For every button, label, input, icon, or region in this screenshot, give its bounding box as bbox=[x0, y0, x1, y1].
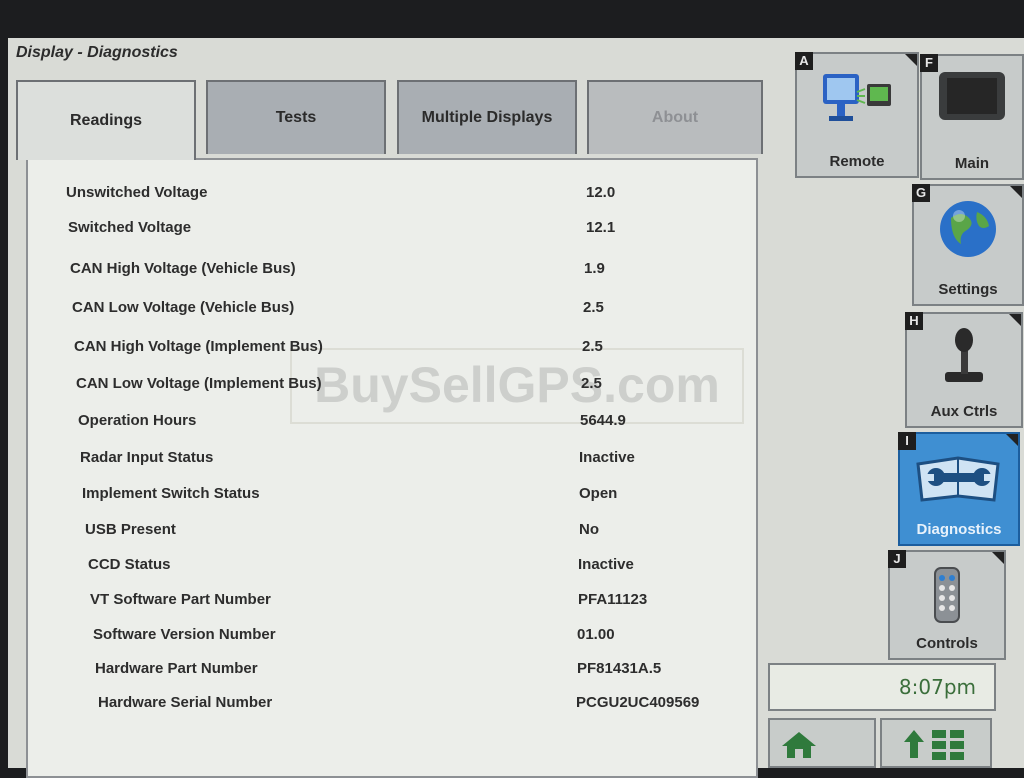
softkey-controls[interactable]: J Controls bbox=[888, 550, 1006, 660]
table-row: CCD Status Inactive bbox=[28, 550, 756, 580]
reading-value: PF81431A.5 bbox=[577, 660, 662, 677]
reading-value: 2.5 bbox=[582, 338, 603, 355]
reading-label: Operation Hours bbox=[78, 412, 197, 429]
softkey-label: Diagnostics bbox=[916, 521, 1002, 538]
table-row: Hardware Part Number PF81431A.5 bbox=[28, 654, 756, 684]
softkey-label: Aux Ctrls bbox=[930, 403, 998, 420]
globe-icon bbox=[940, 201, 996, 257]
reading-label: CAN High Voltage (Implement Bus) bbox=[74, 338, 323, 355]
table-row: CAN High Voltage (Implement Bus) 2.5 bbox=[28, 332, 756, 362]
table-row: CAN Low Voltage (Implement Bus) 2.5 bbox=[28, 369, 756, 399]
tab-multiple-displays[interactable]: Multiple Displays bbox=[397, 80, 577, 154]
reading-label: USB Present bbox=[85, 521, 176, 538]
table-row: Radar Input Status Inactive bbox=[28, 443, 756, 473]
reading-value: PCGU2UC409569 bbox=[576, 694, 700, 711]
softkey-aux-ctrls[interactable]: H Aux Ctrls bbox=[905, 312, 1023, 428]
softkey-letter: J bbox=[888, 550, 906, 568]
reading-value: Inactive bbox=[579, 449, 635, 466]
joystick-icon bbox=[945, 328, 983, 382]
reading-value: Open bbox=[579, 485, 618, 502]
table-row: Software Version Number 01.00 bbox=[28, 620, 756, 650]
reading-label: Hardware Part Number bbox=[95, 660, 258, 677]
reading-value: PFA11123 bbox=[578, 591, 648, 608]
softkey-settings[interactable]: G Settings bbox=[912, 184, 1024, 306]
window-title: Display - Diagnostics bbox=[16, 44, 178, 61]
reading-label: Unswitched Voltage bbox=[66, 184, 208, 201]
tab-label: About bbox=[651, 109, 699, 126]
readings-panel: BuySellGPS.com Unswitched Voltage 12.0 S… bbox=[26, 158, 758, 778]
reading-label: CAN Low Voltage (Vehicle Bus) bbox=[72, 299, 295, 316]
softkey-letter: G bbox=[912, 184, 930, 202]
softkey-label: Settings bbox=[938, 281, 998, 298]
softkey-label: Remote bbox=[829, 153, 885, 170]
reading-label: Switched Voltage bbox=[68, 219, 192, 236]
home-icon bbox=[782, 732, 816, 758]
menu-button[interactable] bbox=[880, 718, 992, 768]
tab-label: Multiple Displays bbox=[421, 109, 553, 126]
reading-label: Implement Switch Status bbox=[82, 485, 260, 502]
reading-label: Software Version Number bbox=[93, 626, 276, 643]
softkey-letter: F bbox=[920, 54, 938, 72]
corner-triangle-icon bbox=[1006, 434, 1018, 446]
softkey-remote[interactable]: A Remote bbox=[795, 52, 919, 178]
reading-label: Radar Input Status bbox=[80, 449, 214, 466]
tab-label: Tests bbox=[275, 109, 317, 126]
remote-control-icon bbox=[934, 567, 960, 623]
softkey-label: Main bbox=[954, 155, 990, 172]
table-row: Operation Hours 5644.9 bbox=[28, 406, 756, 436]
reading-value: 1.9 bbox=[584, 260, 605, 277]
table-row: CAN Low Voltage (Vehicle Bus) 2.5 bbox=[28, 293, 756, 323]
corner-triangle-icon bbox=[1010, 186, 1022, 198]
softkey-letter: H bbox=[905, 312, 923, 330]
reading-label: CAN High Voltage (Vehicle Bus) bbox=[70, 260, 296, 277]
display-screen-icon bbox=[939, 72, 1005, 120]
softkey-label: Controls bbox=[916, 635, 978, 652]
corner-triangle-icon bbox=[992, 552, 1004, 564]
up-arrow-grid-icon bbox=[904, 730, 964, 760]
reading-label: CAN Low Voltage (Implement Bus) bbox=[76, 375, 322, 392]
clock-time: 8:07pm bbox=[898, 675, 976, 699]
corner-triangle-icon bbox=[905, 54, 917, 66]
corner-triangle-icon bbox=[1009, 314, 1021, 326]
table-row: Unswitched Voltage 12.0 bbox=[28, 178, 756, 208]
reading-label: Hardware Serial Number bbox=[98, 694, 273, 711]
reading-value: 12.0 bbox=[586, 184, 616, 201]
softkey-letter: A bbox=[795, 52, 813, 70]
table-row: Implement Switch Status Open bbox=[28, 479, 756, 509]
table-row: Switched Voltage 12.1 bbox=[28, 213, 756, 243]
reading-value: No bbox=[579, 521, 599, 538]
reading-value: 2.5 bbox=[583, 299, 604, 316]
reading-label: VT Software Part Number bbox=[90, 591, 271, 608]
reading-value: 2.5 bbox=[581, 375, 602, 392]
reading-value: Inactive bbox=[578, 556, 634, 573]
tab-readings[interactable]: Readings bbox=[16, 80, 196, 160]
softkey-main[interactable]: F Main bbox=[920, 54, 1024, 180]
tab-label: Readings bbox=[69, 112, 142, 129]
reading-value: 01.00 bbox=[577, 626, 615, 643]
table-row: USB Present No bbox=[28, 515, 756, 545]
reading-label: CCD Status bbox=[88, 556, 171, 573]
tab-tests[interactable]: Tests bbox=[206, 80, 386, 154]
display-screen: Display - Diagnostics Readings Tests Mul… bbox=[8, 38, 1024, 778]
home-button[interactable] bbox=[768, 718, 876, 768]
remote-monitors-icon bbox=[823, 74, 891, 121]
table-row: CAN High Voltage (Vehicle Bus) 1.9 bbox=[28, 254, 756, 284]
softkey-diagnostics[interactable]: I Diagnostics bbox=[898, 432, 1020, 546]
wrench-book-icon bbox=[916, 456, 1000, 502]
table-row: Hardware Serial Number PCGU2UC409569 bbox=[28, 688, 756, 718]
clock-display: 8:07pm bbox=[768, 663, 996, 711]
reading-value: 12.1 bbox=[586, 219, 616, 236]
tab-about[interactable]: About bbox=[587, 80, 763, 154]
table-row: VT Software Part Number PFA11123 bbox=[28, 585, 756, 615]
reading-value: 5644.9 bbox=[580, 412, 626, 429]
